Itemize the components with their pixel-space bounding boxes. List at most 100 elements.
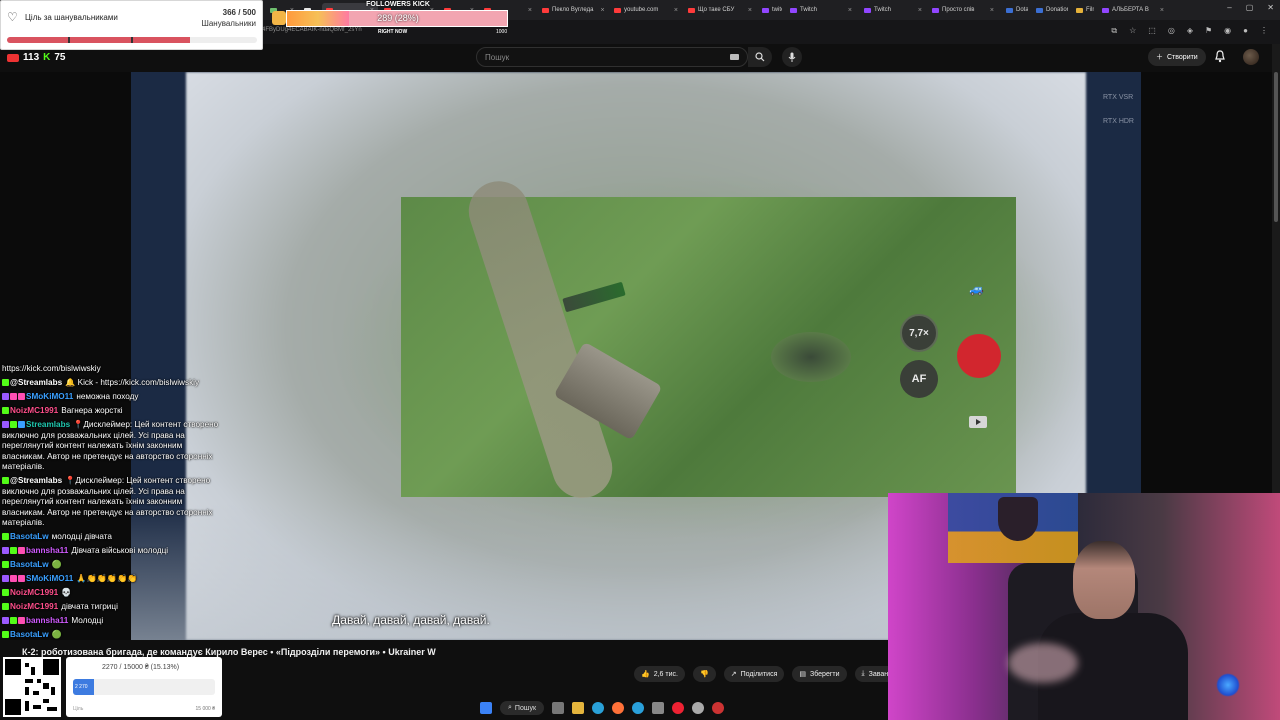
tab-label: Що таке СБУ (698, 7, 735, 13)
bookmark-star-icon[interactable]: ☆ (1129, 26, 1136, 36)
playback-icon (969, 416, 987, 428)
chat-badge-icon (2, 407, 9, 414)
tab-close-icon[interactable]: × (670, 7, 678, 14)
search-input[interactable]: Пошук (476, 47, 748, 67)
chrome-icon[interactable] (672, 702, 685, 714)
browser-tab[interactable]: Пекло Вугледа × (538, 3, 608, 17)
extension-icon-3[interactable]: ⚑ (1205, 26, 1212, 36)
browser-tab[interactable]: Dota2 (1002, 3, 1028, 17)
search-button[interactable] (748, 47, 772, 67)
browser-tab[interactable]: twitch (758, 3, 782, 17)
close-icon[interactable]: ✕ (1267, 3, 1274, 12)
browser-tab[interactable]: Twitch × (786, 3, 856, 17)
tab-close-icon[interactable]: × (844, 7, 852, 14)
chat-username: Streamlabs (26, 420, 71, 429)
tab-close-icon[interactable]: × (1156, 7, 1164, 14)
chat-text: https://kick.com/bislwiwskiy (2, 364, 101, 373)
chat-text: молодці дівчата (51, 532, 112, 541)
heart-icon: ♡ (7, 10, 18, 24)
donation-goal-widget: 2270 / 15000 ₴ (15.13%) 2 270 Ціль 15 00… (66, 657, 222, 717)
keyboard-icon[interactable] (730, 54, 739, 60)
dislike-button[interactable]: 👎 (692, 666, 716, 682)
settings-icon[interactable] (692, 702, 705, 714)
taskbar-search-label: Пошук (514, 704, 537, 712)
app-icon[interactable] (652, 702, 665, 714)
streamer-head (1073, 541, 1135, 619)
donation-goal-target: 15 000 ₴ (195, 706, 215, 712)
tab-close-icon[interactable]: × (986, 7, 994, 14)
browser-tab[interactable]: Films (1072, 3, 1094, 17)
chat-badge-icon (10, 617, 17, 624)
maximize-icon[interactable]: ▢ (1246, 3, 1254, 12)
chat-username: NoizMC1991 (10, 588, 59, 597)
chat-message: @Streamlabs 📍Дисклеймер: Цей контент ство… (2, 476, 224, 529)
chat-badge-icon (10, 547, 17, 554)
like-count: 2,6 тис. (653, 670, 678, 678)
tab-close-icon[interactable]: × (596, 7, 604, 14)
telegram-icon[interactable] (632, 702, 645, 714)
chat-text: 🙏👏👏👏👏👏 (76, 574, 138, 583)
chat-message: NoizMC1991 Вагнера жорсткі (2, 406, 224, 417)
video-actions: 👍 2,6 тис. 👎 ↗ Поділитися ▤ Зберегти ⤓ Заван (634, 666, 896, 682)
tab-close-icon[interactable]: × (914, 7, 922, 14)
edge-icon[interactable] (592, 702, 605, 714)
record-icon (957, 334, 1001, 378)
tab-favicon-icon (1102, 7, 1109, 13)
menu-icon[interactable]: ⋮ (1260, 26, 1268, 36)
tab-close-icon[interactable]: × (744, 7, 752, 14)
chat-badge-icon (2, 575, 9, 582)
tab-close-icon[interactable]: × (524, 7, 532, 14)
browser-tab[interactable]: АЛЬБЕРТА В × (1098, 3, 1168, 17)
window-controls: – ▢ ✕ (1227, 3, 1274, 12)
profile-icon[interactable]: ● (1243, 26, 1248, 36)
tab-favicon-icon (932, 7, 939, 13)
qr-code (3, 657, 61, 717)
avatar[interactable] (1243, 49, 1259, 65)
extension-icon-4[interactable]: ◉ (1224, 26, 1231, 36)
rtx-hdr-label: RTX HDR (1103, 118, 1134, 125)
extension-icon[interactable]: ◎ (1168, 26, 1175, 36)
chat-badge-icon (18, 547, 25, 554)
chat-badge-icon (10, 393, 17, 400)
obs-icon[interactable] (712, 702, 725, 714)
task-view-icon[interactable] (552, 702, 565, 714)
chat-message: SMoKiMO11 неможна походу (2, 392, 224, 403)
chat-badge-icon (2, 631, 9, 638)
thumbs-up-icon: 👍 (641, 671, 650, 678)
browser-tab[interactable]: youtube.com × (610, 3, 682, 17)
save-button[interactable]: ▤ Зберегти (792, 666, 847, 682)
firefox-icon[interactable] (612, 702, 625, 714)
tab-favicon-icon (1036, 7, 1043, 13)
scrollbar-thumb[interactable] (1274, 72, 1278, 222)
chat-badge-icon (18, 617, 25, 624)
toolbar-icons: ⧉ ☆ ⬚ ◎ ◈ ⚑ ◉ ● ⋮ (1111, 26, 1268, 36)
voice-search-button[interactable] (782, 47, 802, 67)
cast-icon[interactable]: ⧉ (1111, 26, 1117, 36)
browser-tab[interactable]: Просто спів × (928, 3, 998, 17)
like-button[interactable]: 👍 2,6 тис. (634, 666, 685, 682)
tab-label: Films (1086, 7, 1094, 13)
taskbar-search[interactable]: ⌕ Пошук (500, 701, 545, 715)
chat-username: BasotaLw (10, 630, 49, 639)
share-button[interactable]: ↗ Поділитися (723, 666, 785, 682)
chat-message: SMoKiMO11 🙏👏👏👏👏👏 (2, 574, 224, 585)
donation-goal-label: Ціль (73, 706, 84, 712)
browser-tab[interactable]: Donations× (1032, 3, 1068, 17)
chat-message: @Streamlabs 🔔 Kick - https://kick.com/bis… (2, 378, 224, 389)
create-button[interactable]: ＋ Створити (1148, 48, 1206, 66)
kick-goal-max-label: 1000 (496, 29, 508, 35)
extensions-icon[interactable]: ⬚ (1148, 26, 1156, 36)
search-placeholder: Пошук (485, 53, 510, 62)
goal-count: 366 / 500 (222, 8, 256, 17)
browser-tab[interactable]: Що таке СБУ × (684, 3, 756, 17)
minimize-icon[interactable]: – (1227, 3, 1231, 12)
start-icon[interactable] (480, 702, 492, 714)
tab-label: Donations (1046, 7, 1068, 13)
kick-goal-bar: 289 (28%) (286, 10, 508, 27)
browser-tab[interactable]: Twitch × (860, 3, 926, 17)
file-explorer-icon[interactable] (572, 702, 585, 714)
notifications-bell-icon[interactable] (1214, 50, 1226, 63)
chat-text: дівчата тигриці (61, 602, 118, 611)
tab-favicon-icon (542, 7, 549, 13)
extension-icon-2[interactable]: ◈ (1187, 26, 1193, 36)
